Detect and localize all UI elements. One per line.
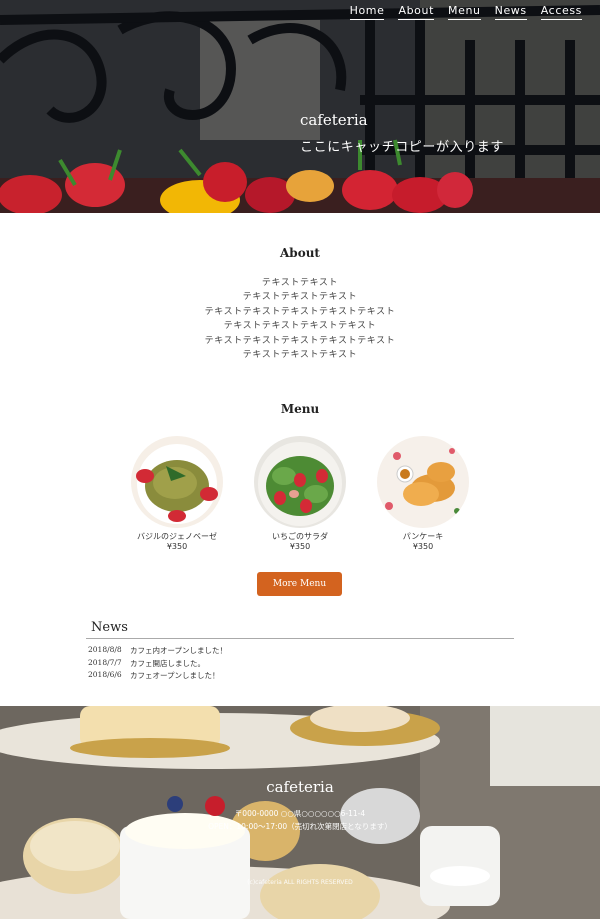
news-divider — [86, 638, 514, 639]
news-text: カフェ開店しました。 — [130, 658, 205, 668]
menu-item[interactable]: いちごのサラダ ¥350 — [245, 436, 355, 551]
news-item[interactable]: 2018/8/8 カフェ内オープンしました！ — [88, 645, 227, 658]
more-menu-button[interactable]: More Menu — [257, 572, 342, 596]
news-item[interactable]: 2018/6/6 カフェオープンしました！ — [88, 670, 227, 683]
hero-banner: Home About Menu News Access cafeteria ここ… — [0, 0, 600, 213]
about-line: テキストテキスト — [261, 278, 339, 288]
about-line: テキストテキストテキスト — [242, 350, 358, 361]
menu-item[interactable]: バジルのジェノベーゼ ¥350 — [122, 436, 232, 551]
menu-item-price: ¥350 — [166, 542, 188, 551]
about-line: テキストテキストテキスト — [242, 292, 358, 303]
pancake-photo — [377, 436, 469, 528]
news-item[interactable]: 2018/7/7 カフェ開店しました。 — [88, 658, 227, 671]
footer: cafeteria 〒000-0000 ○○県○○○○○○6-11-4 OPEN… — [0, 706, 600, 919]
nav-access-link[interactable]: Access — [540, 4, 582, 20]
about-title: About — [280, 246, 320, 260]
menu-title: Menu — [280, 402, 320, 416]
news-date: 2018/6/6 — [88, 670, 122, 680]
pasta-photo — [131, 436, 223, 528]
footer-address: 〒000-0000 ○○県○○○○○○6-11-4 — [234, 809, 366, 818]
news-list: 2018/8/8 カフェ内オープンしました！ 2018/7/7 カフェ開店しまし… — [88, 645, 227, 683]
menu-item-name: いちごのサラダ — [272, 532, 328, 541]
footer-opening-hours: OPEN：10:00～17:00（売切れ次第閉店となります） — [208, 822, 392, 831]
about-line: テキストテキストテキストテキストテキスト — [204, 306, 396, 317]
hero-catch-copy: ここにキャッチコピーが入ります — [300, 140, 505, 155]
menu-item-price: ¥350 — [289, 542, 311, 551]
nav-home-link[interactable]: Home — [349, 4, 385, 20]
news-title: News — [91, 620, 128, 635]
hero-photo — [0, 0, 600, 213]
about-line: テキストテキストテキストテキスト — [223, 321, 377, 332]
menu-item[interactable]: パンケーキ ¥350 — [368, 436, 478, 551]
news-date: 2018/7/7 — [88, 657, 122, 667]
hero-title: cafeteria — [300, 111, 368, 129]
footer-title: cafeteria — [266, 778, 334, 796]
nav-about-link[interactable]: About — [398, 4, 434, 20]
nav-news-link[interactable]: News — [494, 4, 527, 20]
about-text: テキストテキスト テキストテキストテキスト テキストテキストテキストテキストテキ… — [0, 276, 600, 362]
menu-item-name: バジルのジェノベーゼ — [137, 532, 217, 541]
main-nav: Home About Menu News Access — [349, 4, 582, 20]
nav-menu-link[interactable]: Menu — [448, 4, 481, 20]
news-text: カフェオープンしました！ — [130, 671, 220, 681]
menu-item-price: ¥350 — [412, 542, 434, 551]
menu-item-name: パンケーキ — [402, 532, 444, 541]
news-text: カフェ内オープンしました！ — [130, 646, 228, 655]
salad-photo — [254, 436, 346, 528]
footer-copyright: (c)cafeteria ALL RIGHTS RESERVED — [247, 879, 353, 886]
news-date: 2018/8/8 — [88, 645, 122, 654]
about-line: テキストテキストテキストテキストテキスト — [204, 335, 396, 346]
